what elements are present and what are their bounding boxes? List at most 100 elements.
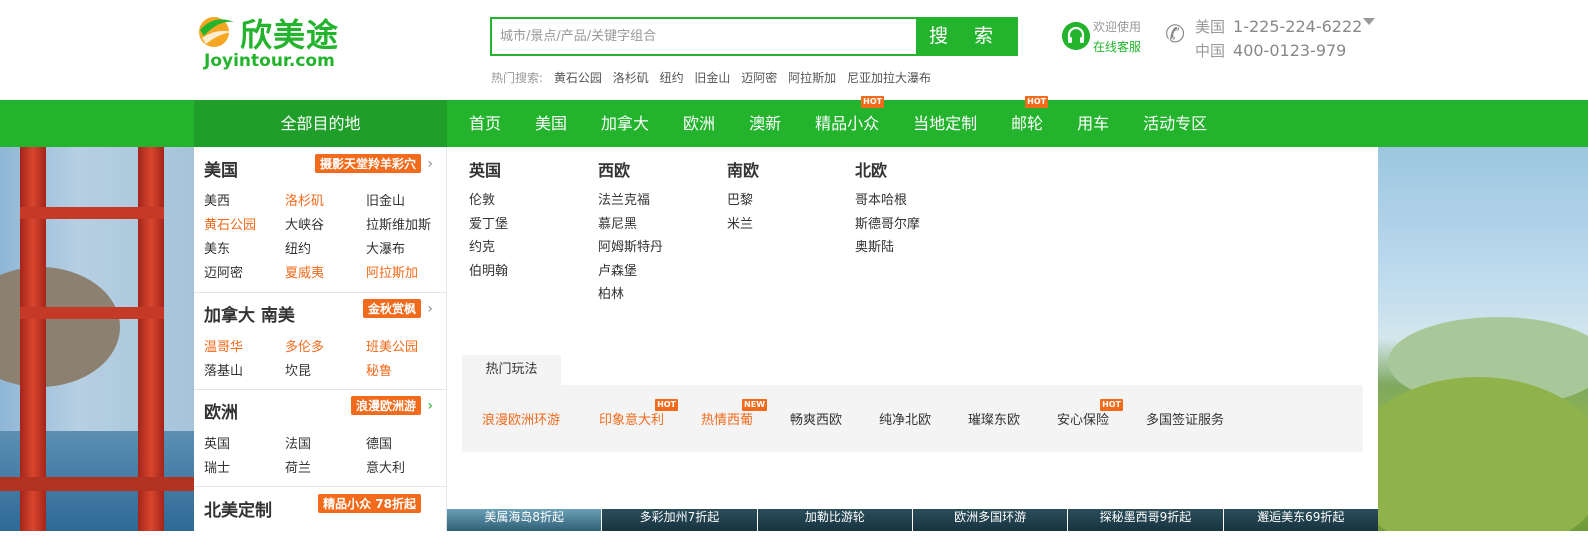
tab-hot-play[interactable]: 热门玩法: [462, 355, 561, 385]
sidebar-link[interactable]: 秘鲁: [366, 360, 392, 379]
sidebar-section-title[interactable]: 北美定制: [204, 496, 272, 521]
sidebar-link[interactable]: 旧金山: [366, 190, 405, 209]
sidebar-link[interactable]: 黄石公园: [204, 214, 256, 233]
sidebar-link[interactable]: 意大利: [366, 457, 405, 476]
sidebar-link[interactable]: 夏威夷: [285, 262, 324, 281]
hot-badge: HOT: [1100, 399, 1124, 411]
hot-search-keyword[interactable]: 阿拉斯加: [788, 71, 836, 85]
search-button[interactable]: 搜 索: [916, 19, 1016, 54]
hot-play-item[interactable]: 璀璨东欧: [968, 409, 1020, 428]
nav-item-europe[interactable]: 欧洲: [666, 100, 732, 147]
hot-play-item[interactable]: 安心保险 HOT: [1057, 399, 1124, 428]
city-link[interactable]: 哥本哈根: [855, 189, 920, 213]
hot-play-item[interactable]: 纯净北欧: [879, 409, 931, 428]
sidebar-link[interactable]: 落基山: [204, 360, 243, 379]
hot-play-item[interactable]: 浪漫欧洲环游: [482, 409, 560, 428]
hot-search-keyword[interactable]: 纽约: [660, 71, 684, 85]
hot-play-item[interactable]: 热情西葡 NEW: [701, 399, 768, 428]
promo-strip-item[interactable]: 加勒比游轮: [757, 509, 913, 531]
sidebar-link[interactable]: 拉斯维加斯: [366, 214, 431, 233]
sidebar-link[interactable]: 坎昆: [285, 360, 311, 379]
sidebar-link[interactable]: 温哥华: [204, 336, 243, 355]
hot-search-keyword[interactable]: 洛杉矶: [613, 71, 649, 85]
nav-item-car[interactable]: 用车: [1060, 100, 1126, 147]
sidebar-link[interactable]: 英国: [204, 433, 230, 452]
promo-strip-item[interactable]: 美属海岛8折起: [447, 509, 603, 531]
sidebar-link[interactable]: 美西: [204, 190, 230, 209]
region-title[interactable]: 西欧: [598, 157, 663, 189]
promo-strip-item[interactable]: 欧洲多国环游: [912, 509, 1069, 531]
sidebar-section-title[interactable]: 美国: [204, 156, 238, 181]
promo-strip-item[interactable]: 探秘墨西哥9折起: [1068, 509, 1224, 531]
city-link[interactable]: 奥斯陆: [855, 236, 920, 260]
region-title[interactable]: 英国: [469, 157, 508, 189]
city-link[interactable]: 爱丁堡: [469, 213, 508, 237]
service-link[interactable]: 在线客服: [1093, 38, 1141, 55]
hot-play-label: 璀璨东欧: [968, 413, 1021, 428]
promo-tag[interactable]: 浪漫欧洲游: [350, 396, 421, 415]
region-title[interactable]: 北欧: [855, 157, 920, 189]
hot-play-item[interactable]: 畅爽西欧: [790, 409, 842, 428]
sidebar-link[interactable]: 洛杉矶: [285, 190, 324, 209]
hot-search-keyword[interactable]: 黄石公园: [554, 71, 602, 85]
new-badge: NEW: [742, 399, 768, 411]
nav-item-cruise[interactable]: 邮轮 HOT: [994, 96, 1060, 147]
sidebar-section-canada: 加拿大 南美 金秋赏枫 › 温哥华 多伦多 班美公园 落基山 坎昆 秘鲁: [194, 293, 447, 390]
nav-item-canada[interactable]: 加拿大: [584, 100, 666, 147]
city-link[interactable]: 法兰克福: [598, 189, 663, 213]
city-link[interactable]: 柏林: [598, 283, 663, 307]
nav-all-destinations[interactable]: 全部目的地: [194, 100, 447, 147]
sidebar-link[interactable]: 迈阿密: [204, 262, 243, 281]
nav-item-events[interactable]: 活动专区: [1126, 100, 1224, 147]
online-service[interactable]: 欢迎使用 在线客服: [1062, 18, 1154, 58]
search-input[interactable]: [492, 19, 916, 54]
city-link[interactable]: 米兰: [727, 213, 759, 237]
city-link[interactable]: 慕尼黑: [598, 213, 663, 237]
city-link[interactable]: 伦敦: [469, 189, 508, 213]
sidebar-link[interactable]: 大峡谷: [285, 214, 324, 233]
hot-play-item[interactable]: 多国签证服务: [1146, 409, 1224, 428]
promo-tag[interactable]: 精品小众 78折起: [318, 494, 421, 513]
hot-play-item[interactable]: 印象意大利 HOT: [599, 399, 679, 428]
sidebar-link[interactable]: 大瀑布: [366, 238, 405, 257]
sidebar-link[interactable]: 美东: [204, 238, 230, 257]
city-link[interactable]: 卢森堡: [598, 260, 663, 284]
sidebar-link[interactable]: 法国: [285, 433, 311, 452]
sidebar-section-title[interactable]: 加拿大 南美: [204, 301, 295, 326]
logo[interactable]: 欣美途 Joyintour.com: [196, 8, 356, 74]
promo-strip-item[interactable]: 多彩加州7折起: [602, 509, 758, 531]
nav-item-boutique[interactable]: 精品小众 HOT: [798, 96, 896, 147]
city-link[interactable]: 巴黎: [727, 189, 759, 213]
hot-search-keyword[interactable]: 尼亚加拉大瀑布: [847, 71, 931, 85]
region-uk: 英国 伦敦 爱丁堡 约克 伯明翰: [469, 157, 508, 283]
banner-image-bridge[interactable]: [0, 147, 194, 531]
promo-tag[interactable]: 摄影天堂羚羊彩穴: [314, 154, 421, 173]
region-title[interactable]: 南欧: [727, 157, 759, 189]
nav-item-label: 邮轮: [1011, 114, 1044, 133]
city-link[interactable]: 阿姆斯特丹: [598, 236, 663, 260]
city-link[interactable]: 伯明翰: [469, 260, 508, 284]
sidebar-link[interactable]: 纽约: [285, 238, 311, 257]
hot-play-bar: 浪漫欧洲环游 印象意大利 HOT 热情西葡 NEW 畅爽西欧 纯净北欧 璀璨东欧 安…: [462, 385, 1363, 452]
sidebar-link[interactable]: 班美公园: [366, 336, 418, 355]
banner-image-coast[interactable]: [1378, 147, 1588, 531]
sidebar-link[interactable]: 多伦多: [285, 336, 324, 355]
hot-search-keyword[interactable]: 旧金山: [694, 71, 730, 85]
sidebar-section-title[interactable]: 欧洲: [204, 398, 238, 423]
chevron-down-icon[interactable]: [1363, 18, 1375, 25]
nav-item-custom[interactable]: 当地定制: [896, 100, 994, 147]
city-link[interactable]: 约克: [469, 236, 508, 260]
hot-search-keyword[interactable]: 迈阿密: [741, 71, 777, 85]
nav-item-oceania[interactable]: 澳新: [732, 100, 798, 147]
city-link[interactable]: 斯德哥尔摩: [855, 213, 920, 237]
nav-item-home[interactable]: 首页: [452, 100, 518, 147]
nav-item-usa[interactable]: 美国: [518, 100, 584, 147]
sidebar-link[interactable]: 瑞士: [204, 457, 230, 476]
main-nav: 全部目的地 首页 美国 加拿大 欧洲 澳新 精品小众 HOT 当地定制 邮轮 HOT…: [0, 96, 1588, 147]
sidebar-link[interactable]: 阿拉斯加: [366, 262, 418, 281]
bridge-deck: [0, 477, 194, 491]
promo-strip-item[interactable]: 邂逅美东69折起: [1223, 509, 1378, 531]
promo-tag[interactable]: 金秋赏枫: [362, 299, 421, 318]
sidebar-link[interactable]: 荷兰: [285, 457, 311, 476]
sidebar-link[interactable]: 德国: [366, 433, 392, 452]
